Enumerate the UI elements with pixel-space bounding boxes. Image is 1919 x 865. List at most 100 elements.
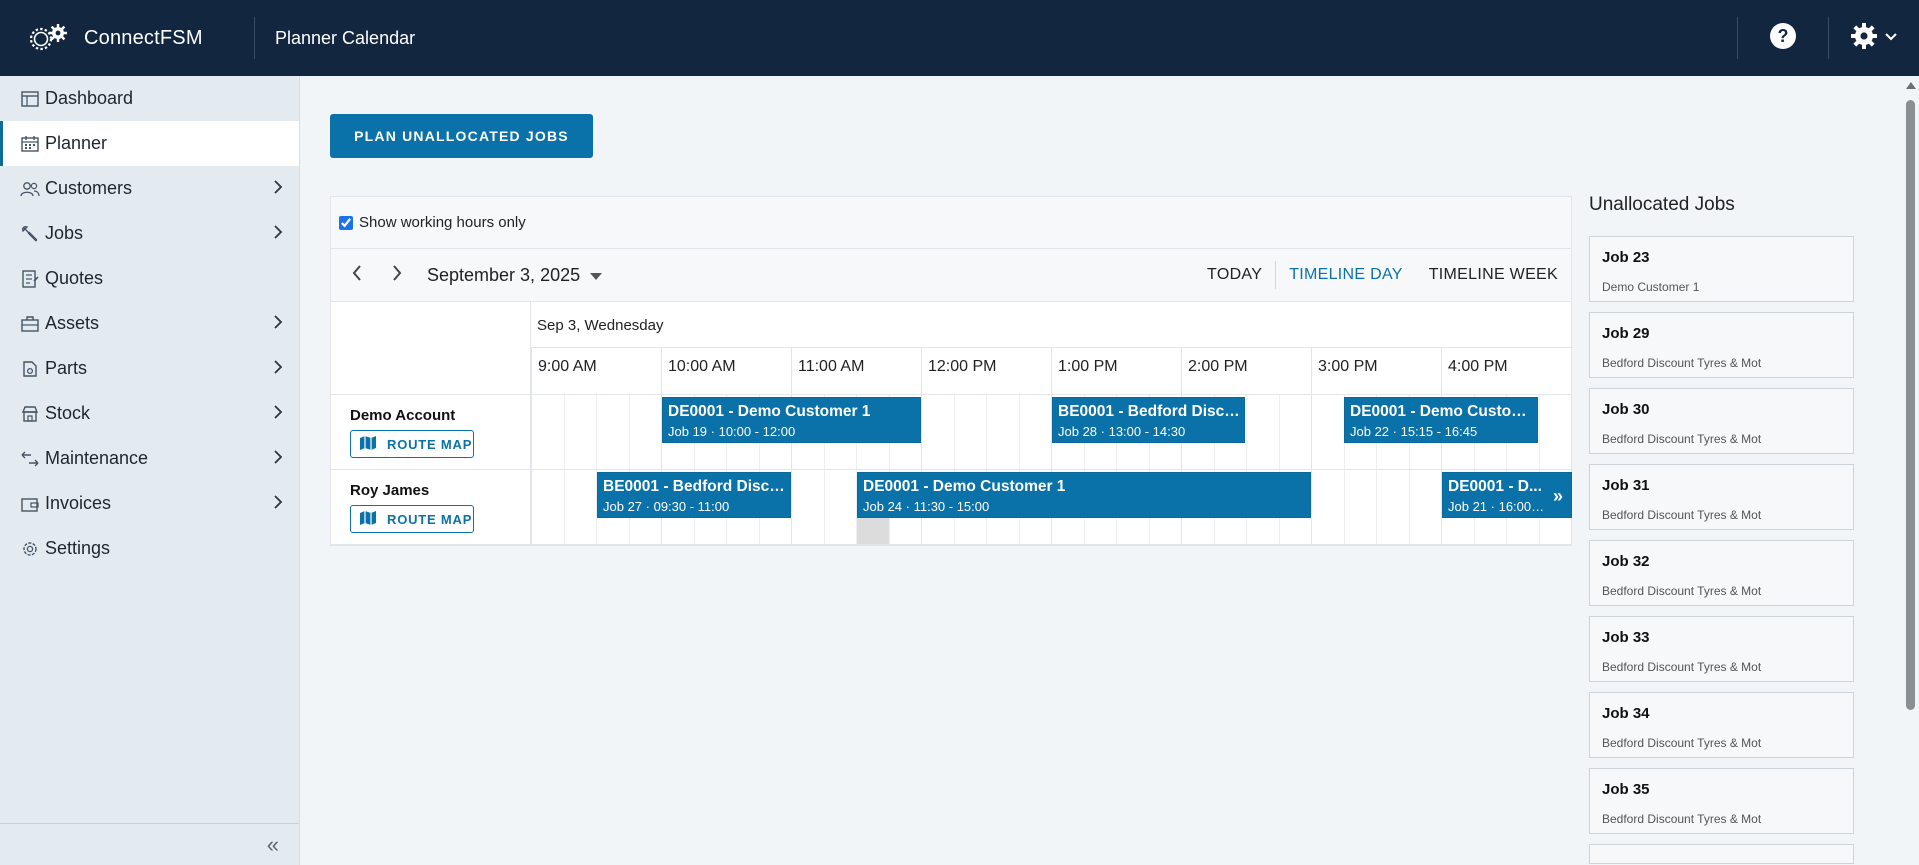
unallocated-job-card[interactable]: Job 23 Demo Customer 1 xyxy=(1589,236,1854,302)
time-slot-line xyxy=(1311,470,1312,544)
working-hours-checkbox[interactable] xyxy=(339,215,353,230)
users-icon xyxy=(20,179,40,199)
hour-header: 3:00 PM xyxy=(1311,348,1441,395)
maintenance-icon xyxy=(20,449,40,469)
svg-text:?: ? xyxy=(1778,26,1789,46)
calendar-event[interactable]: DE0001 - Demo Custom... Job 22 · 15:15 -… xyxy=(1344,397,1538,443)
event-title: BE0001 - Bedford Disco... xyxy=(603,478,790,495)
job-title: Job 31 xyxy=(1602,477,1650,494)
hour-header: 2:00 PM xyxy=(1181,348,1311,395)
event-title: DE0001 - Demo Custom... xyxy=(1350,403,1537,420)
time-slot-line xyxy=(596,395,597,469)
job-customer: Bedford Discount Tyres & Mot xyxy=(1602,584,1762,598)
time-slot-line xyxy=(1311,395,1312,469)
event-details: Job 24 · 11:30 - 15:00 xyxy=(863,499,990,514)
sidebar-item-label: Invoices xyxy=(45,493,112,513)
sidebar-item-jobs[interactable]: Jobs xyxy=(0,211,299,256)
current-date-label: September 3, 2025 xyxy=(427,264,581,285)
brand[interactable]: ConnectFSM xyxy=(0,0,254,76)
sidebar-item-parts[interactable]: Parts xyxy=(0,346,299,391)
job-title: Job 29 xyxy=(1602,325,1650,342)
highlighted-slot xyxy=(857,516,889,544)
sidebar-item-dashboard[interactable]: Dashboard xyxy=(0,76,299,121)
chevron-right-icon xyxy=(273,494,283,515)
page-scrollbar[interactable] xyxy=(1902,76,1919,865)
timeline-grid: Sep 3, Wednesday 9:00 AM 10:00 AM 11:00 … xyxy=(330,302,1572,546)
view-timeline-week-button[interactable]: TIMELINE WEEK xyxy=(1416,261,1571,289)
time-slot-line xyxy=(1343,470,1345,544)
hour-header: 4:00 PM xyxy=(1441,348,1572,395)
sidebar-item-settings[interactable]: Settings xyxy=(0,526,299,571)
calendar-event[interactable]: DE0001 - D... Job 21 · 16:00 ... » xyxy=(1442,472,1572,518)
unallocated-job-card[interactable]: Job 30 Bedford Discount Tyres & Mot xyxy=(1589,388,1854,454)
event-title: DE0001 - Demo Customer 1 xyxy=(668,403,871,420)
sidebar-item-label: Quotes xyxy=(45,268,104,288)
chevron-right-icon xyxy=(273,314,283,335)
chevron-left-icon xyxy=(351,264,363,287)
unallocated-job-card[interactable]: Job 31 Bedford Discount Tyres & Mot xyxy=(1589,464,1854,530)
event-details: Job 27 · 09:30 - 11:00 xyxy=(603,499,730,514)
sidebar-item-planner[interactable]: Planner xyxy=(0,121,299,166)
sidebar-item-assets[interactable]: Assets xyxy=(0,301,299,346)
time-slot-line xyxy=(1408,470,1410,544)
time-slot-line xyxy=(1376,470,1377,544)
sidebar-item-maintenance[interactable]: Maintenance xyxy=(0,436,299,481)
job-title: Job 35 xyxy=(1602,781,1650,798)
calendar-event[interactable]: DE0001 - Demo Customer 1 Job 24 · 11:30 … xyxy=(857,472,1311,518)
scrollbar-thumb[interactable] xyxy=(1906,100,1915,710)
calendar-event[interactable]: DE0001 - Demo Customer 1 Job 19 · 10:00 … xyxy=(662,397,921,443)
brand-name: ConnectFSM xyxy=(84,26,203,49)
scroll-up-arrow-icon[interactable] xyxy=(1906,82,1916,89)
gear-cluster-logo-icon xyxy=(28,22,74,54)
chevron-right-icon xyxy=(273,404,283,425)
sidebar-item-stock[interactable]: Stock xyxy=(0,391,299,436)
unallocated-job-card[interactable]: Job 35 Bedford Discount Tyres & Mot xyxy=(1589,768,1854,834)
sidebar-item-label: Jobs xyxy=(45,223,84,243)
job-title: Job 32 xyxy=(1602,553,1650,570)
calendar-event[interactable]: BE0001 - Bedford Disco... Job 28 · 13:00… xyxy=(1052,397,1245,443)
resource-header-cell xyxy=(331,302,531,395)
job-customer: Bedford Discount Tyres & Mot xyxy=(1602,736,1762,750)
route-map-button[interactable]: ROUTE MAP xyxy=(350,430,474,458)
time-slot-line xyxy=(921,395,922,469)
sidebar-item-label: Settings xyxy=(45,538,111,558)
unallocated-jobs-panel: Unallocated Jobs Job 23 Demo Customer 1 … xyxy=(1589,190,1857,864)
route-map-label: ROUTE MAP xyxy=(387,511,473,527)
settings-menu-button[interactable] xyxy=(1829,0,1919,76)
time-slot-line xyxy=(531,395,532,469)
calendar-event[interactable]: BE0001 - Bedford Disco... Job 27 · 09:30… xyxy=(597,472,791,518)
time-slot-line xyxy=(1538,395,1540,469)
sidebar-item-label: Parts xyxy=(45,358,88,378)
sidebar-item-customers[interactable]: Customers xyxy=(0,166,299,211)
date-picker[interactable]: September 3, 2025 xyxy=(427,264,603,286)
event-details: Job 28 · 13:00 - 14:30 xyxy=(1058,424,1186,439)
time-slot-line xyxy=(531,470,532,544)
unallocated-job-card[interactable]: Job 34 Bedford Discount Tyres & Mot xyxy=(1589,692,1854,758)
resource-row-roy-james: Roy James ROUTE MAP BE0001 - Bedford Dis… xyxy=(331,470,1572,545)
route-map-button[interactable]: ROUTE MAP xyxy=(350,505,474,533)
plan-unallocated-jobs-button[interactable]: PLAN UNALLOCATED JOBS xyxy=(330,114,593,158)
next-day-button[interactable] xyxy=(377,255,417,295)
job-customer: Bedford Discount Tyres & Mot xyxy=(1602,660,1762,674)
map-icon xyxy=(359,435,377,453)
unallocated-job-card[interactable]: Job 32 Bedford Discount Tyres & Mot xyxy=(1589,540,1854,606)
job-title: Job 23 xyxy=(1602,249,1650,266)
job-customer: Demo Customer 1 xyxy=(1602,280,1700,294)
time-slot-line xyxy=(953,395,955,469)
chevron-right-icon xyxy=(391,264,403,287)
sidebar-item-quotes[interactable]: Quotes xyxy=(0,256,299,301)
unallocated-job-card[interactable]: Job 33 Bedford Discount Tyres & Mot xyxy=(1589,616,1854,682)
sidebar-item-invoices[interactable]: Invoices xyxy=(0,481,299,526)
resource-name: Roy James xyxy=(350,482,430,499)
unallocated-job-card[interactable] xyxy=(1589,844,1854,864)
time-slot-line xyxy=(1018,395,1020,469)
view-today-button[interactable]: TODAY xyxy=(1194,261,1275,289)
unallocated-job-card[interactable]: Job 29 Bedford Discount Tyres & Mot xyxy=(1589,312,1854,378)
quote-doc-icon xyxy=(20,269,40,289)
previous-day-button[interactable] xyxy=(337,255,377,295)
resource-label: Roy James ROUTE MAP xyxy=(331,470,531,544)
view-timeline-day-button[interactable]: TIMELINE DAY xyxy=(1275,261,1416,289)
help-button[interactable]: ? xyxy=(1738,0,1828,76)
hour-header: 11:00 AM xyxy=(791,348,921,395)
collapse-sidebar-button[interactable]: « xyxy=(0,823,299,865)
